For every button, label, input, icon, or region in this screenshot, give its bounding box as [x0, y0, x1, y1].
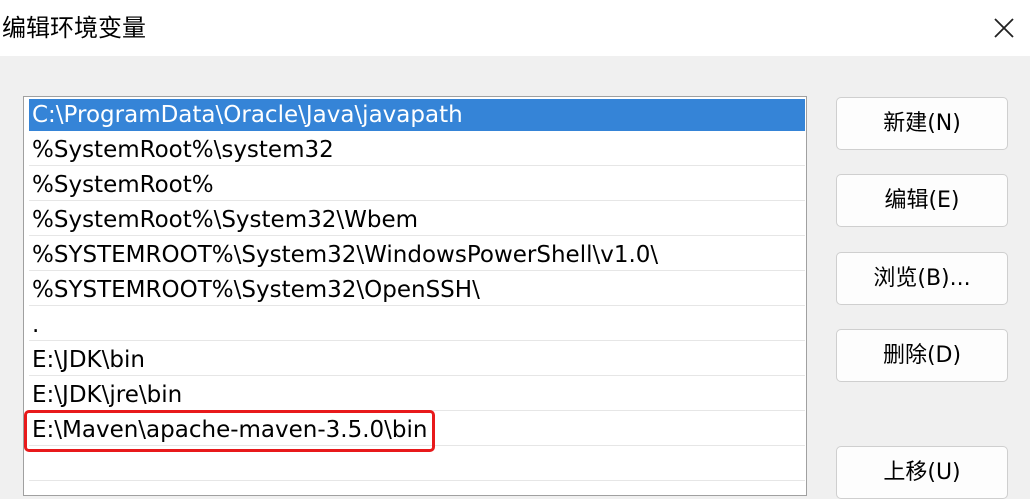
path-list-item[interactable]: E:\JDK\bin [29, 344, 805, 376]
title-bar: 编辑环境变量 [0, 0, 1030, 56]
new-button[interactable]: 新建(N) [836, 97, 1008, 150]
delete-button[interactable]: 删除(D) [836, 329, 1008, 382]
path-list[interactable]: C:\ProgramData\Oracle\Java\javapath %Sys… [23, 96, 807, 496]
close-button[interactable] [978, 6, 1030, 50]
path-list-item-empty[interactable] [29, 449, 805, 481]
move-up-button[interactable]: 上移(U) [836, 446, 1008, 499]
path-list-item[interactable]: %SystemRoot%\system32 [29, 134, 805, 166]
path-list-item[interactable]: %SYSTEMROOT%\System32\OpenSSH\ [29, 274, 805, 306]
path-list-item[interactable]: %SystemRoot% [29, 169, 805, 201]
window-title: 编辑环境变量 [2, 14, 146, 42]
path-list-item[interactable]: %SystemRoot%\System32\Wbem [29, 204, 805, 236]
path-list-item[interactable]: C:\ProgramData\Oracle\Java\javapath [29, 99, 805, 131]
close-icon [994, 18, 1014, 38]
path-list-item[interactable]: E:\JDK\jre\bin [29, 379, 805, 411]
edit-button[interactable]: 编辑(E) [836, 174, 1008, 227]
path-list-item[interactable]: . [29, 309, 805, 341]
browse-button[interactable]: 浏览(B)... [836, 252, 1008, 305]
path-list-item[interactable]: E:\Maven\apache-maven-3.5.0\bin [29, 414, 805, 446]
path-list-item[interactable]: %SYSTEMROOT%\System32\WindowsPowerShell\… [29, 239, 805, 271]
